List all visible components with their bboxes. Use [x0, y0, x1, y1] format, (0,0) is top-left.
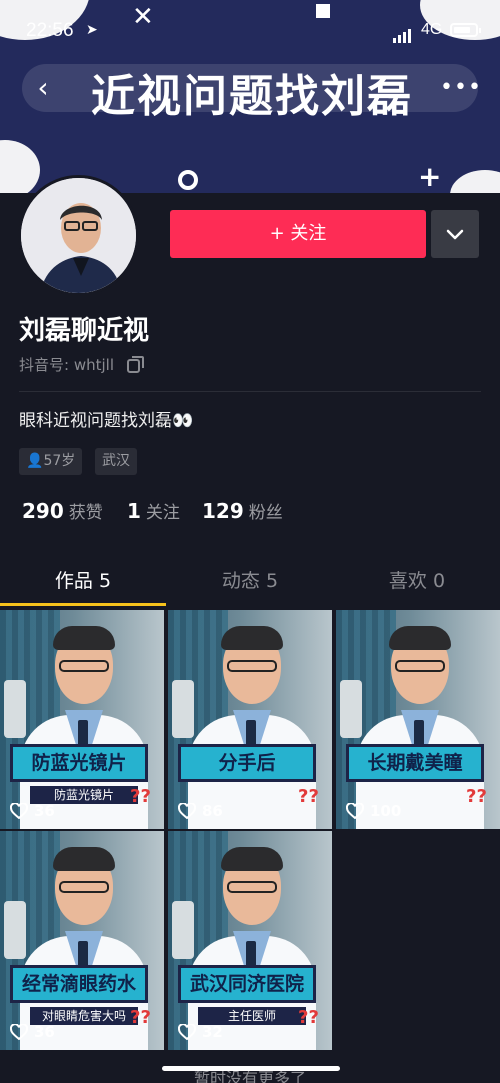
back-button[interactable]: ‹	[30, 70, 56, 106]
decoration-circle-icon	[178, 170, 198, 190]
heart-icon	[10, 803, 28, 819]
slit-lamp-device	[172, 901, 194, 959]
question-mark-icon: ??	[298, 786, 319, 807]
slit-lamp-device	[4, 680, 26, 738]
like-count-value: 36	[34, 1023, 55, 1041]
battery-icon	[450, 23, 481, 37]
decoration-square-icon	[316, 4, 330, 18]
question-mark-icon: ??	[466, 786, 487, 807]
location-tag: 武汉	[95, 448, 137, 475]
video-caption: 防蓝光镜片	[10, 744, 148, 782]
video-tile[interactable]: 长期戴美瞳?? 100	[336, 610, 500, 829]
chevron-left-icon: ‹	[37, 71, 49, 104]
person-icon: 👤	[26, 453, 44, 469]
like-count-value: 86	[202, 802, 223, 820]
profile-divider	[19, 391, 481, 392]
video-like-count: 100	[346, 801, 401, 821]
profile-name: 刘磊聊近视	[19, 316, 150, 346]
video-tile[interactable]: 防蓝光镜片 防蓝光镜片?? 36	[0, 610, 164, 829]
doctor-glasses	[227, 881, 277, 893]
doctor-hair	[389, 626, 451, 650]
tab-activity[interactable]: 动态 5	[167, 566, 333, 602]
copy-icon[interactable]	[127, 356, 144, 373]
age-tag: 👤57岁	[19, 448, 83, 475]
question-mark-icon: ??	[130, 786, 151, 807]
follow-button[interactable]: + 关注	[170, 210, 426, 258]
slit-lamp-device	[340, 680, 362, 738]
heart-icon	[178, 803, 196, 819]
video-caption: 武汉同济医院	[178, 965, 316, 1003]
video-like-count: 36	[10, 1022, 55, 1042]
tab-likes[interactable]: 喜欢 0	[334, 566, 500, 602]
video-like-count: 36	[10, 801, 55, 821]
profile-bio: 眼科近视问题找刘磊👀	[19, 411, 194, 431]
doctor-hair	[221, 847, 283, 871]
signal-icon	[393, 24, 413, 43]
tab-underline	[0, 603, 166, 606]
recommend-dropdown-button[interactable]	[431, 210, 479, 258]
status-bar: 22:56 ➤ 4G	[0, 18, 500, 44]
stat-following[interactable]: 1 关注	[127, 498, 180, 523]
slit-lamp-device	[4, 901, 26, 959]
status-time: 22:56	[26, 20, 74, 41]
heart-icon	[178, 1024, 196, 1040]
profile-banner: ✕ + 22:56 ➤ 4G 近视问题找刘磊 ‹ •••	[0, 0, 500, 193]
tab-works[interactable]: 作品 5	[0, 566, 166, 602]
question-mark-icon: ??	[298, 1007, 319, 1028]
avatar[interactable]	[18, 175, 139, 296]
stat-likes[interactable]: 290 获赞	[22, 498, 103, 523]
avatar-portrait	[21, 178, 136, 293]
like-count-value: 32	[202, 1023, 223, 1041]
doctor-hair	[221, 626, 283, 650]
video-tile[interactable]: 武汉同济医院 主任医师?? 32	[168, 831, 332, 1050]
like-count-value: 100	[370, 802, 402, 820]
like-count-value: 36	[34, 802, 55, 820]
stat-followers[interactable]: 129 粉丝	[202, 498, 283, 523]
doctor-glasses	[227, 660, 277, 672]
video-tile[interactable]: 经常滴眼药水 对眼睛危害大吗?? 36	[0, 831, 164, 1050]
more-button[interactable]: •••	[440, 70, 481, 106]
location-arrow-icon: ➤	[86, 22, 98, 38]
douyin-id: 抖音号: whtjll	[19, 356, 114, 374]
heart-icon	[10, 1024, 28, 1040]
home-indicator[interactable]	[162, 1066, 340, 1071]
decoration-plus-icon: +	[418, 160, 442, 193]
doctor-glasses	[59, 881, 109, 893]
video-tile[interactable]: 分手后?? 86	[168, 610, 332, 829]
slit-lamp-device	[172, 680, 194, 738]
video-caption: 分手后	[178, 744, 316, 782]
more-dots-icon: •••	[440, 75, 482, 100]
video-like-count: 86	[178, 801, 223, 821]
profile-page: ✕ + 22:56 ➤ 4G 近视问题找刘磊 ‹ ••• + 关注 刘磊聊近视 …	[0, 0, 500, 1083]
video-caption: 经常滴眼药水	[10, 965, 148, 1003]
doctor-hair	[53, 847, 115, 871]
chevron-down-icon	[446, 229, 464, 240]
network-type: 4G	[421, 21, 443, 38]
banner-title: 近视问题找刘磊	[91, 71, 413, 122]
heart-icon	[346, 803, 364, 819]
doctor-glasses	[59, 660, 109, 672]
question-mark-icon: ??	[130, 1007, 151, 1028]
doctor-hair	[53, 626, 115, 650]
doctor-glasses	[395, 660, 445, 672]
video-like-count: 32	[178, 1022, 223, 1042]
video-caption: 长期戴美瞳	[346, 744, 484, 782]
